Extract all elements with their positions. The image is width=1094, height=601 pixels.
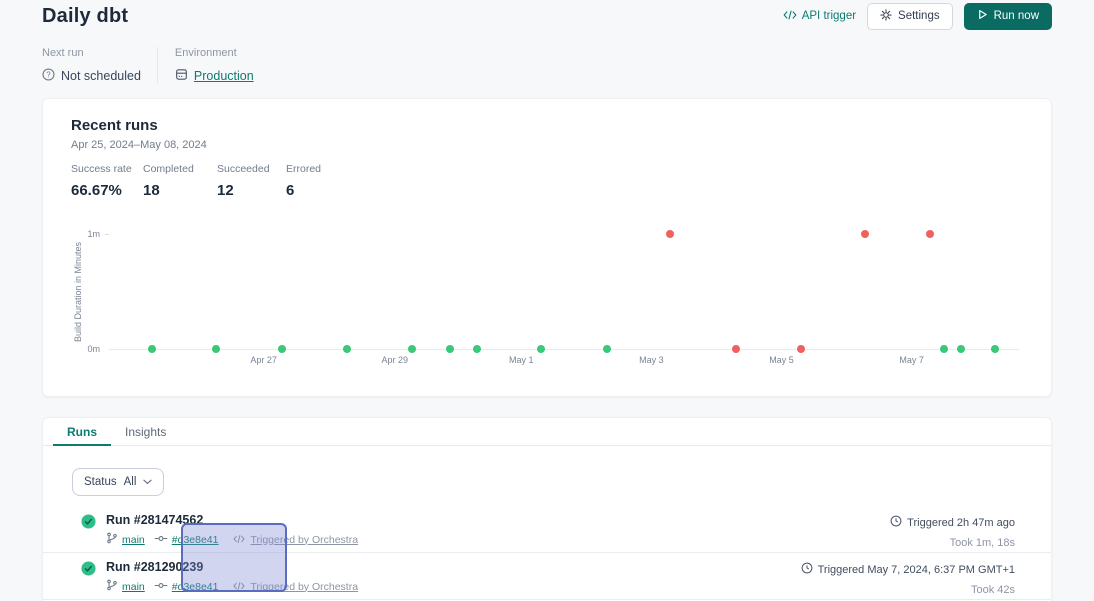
branch-name: main [122, 581, 145, 593]
git-branch-icon [106, 579, 118, 594]
run-dot-success[interactable] [473, 345, 481, 353]
run-dot-success[interactable] [148, 345, 156, 353]
chevron-down-icon [143, 476, 152, 488]
run-row-right: Triggered May 7, 2024, 6:37 PM GMT+1 Too… [801, 560, 1015, 599]
api-trigger-link[interactable]: API trigger [783, 10, 856, 23]
run-dot-success[interactable] [446, 345, 454, 353]
git-commit-icon [154, 581, 168, 593]
play-icon [977, 9, 988, 23]
run-dot-success[interactable] [991, 345, 999, 353]
run-dot-success[interactable] [537, 345, 545, 353]
run-dot-success[interactable] [408, 345, 416, 353]
next-run-block: Next run ? Not scheduled [42, 47, 141, 84]
duration-chart: Build Duration in Minutes 1m 0m Apr 27Ap… [43, 99, 1051, 396]
run-dot-error[interactable] [732, 345, 740, 353]
recent-runs-card: Recent runs Apr 25, 2024–May 08, 2024 Su… [42, 98, 1052, 397]
branch-name: main [122, 534, 145, 546]
clock-icon [801, 562, 813, 577]
branch-link[interactable]: main [106, 579, 145, 594]
y-axis-label: Build Duration in Minutes [73, 242, 83, 342]
clock-icon [890, 515, 902, 530]
tab-bar: Runs Insights [43, 418, 1051, 446]
top-bar: Daily dbt API trigger Settings Run now [42, 2, 1052, 30]
y-axis-tick: 0m [87, 344, 100, 354]
vertical-divider [157, 47, 158, 84]
run-dot-success[interactable] [957, 345, 965, 353]
git-commit-icon [154, 534, 168, 546]
page: Daily dbt API trigger Settings Run now [0, 0, 1094, 601]
status-filter-label: Status [84, 476, 117, 488]
environment-value-row: Production [175, 68, 257, 84]
success-check-icon [81, 514, 96, 552]
tab-runs[interactable]: Runs [53, 418, 111, 446]
triggered-text: Triggered May 7, 2024, 6:37 PM GMT+1 [818, 564, 1015, 576]
chart-plot: 1m 0m Apr 27Apr 29May 1May 3May 5May 7 [109, 234, 1019, 350]
next-run-label: Next run [42, 47, 141, 59]
x-axis-tick: May 7 [899, 355, 924, 365]
success-check-icon [81, 561, 96, 599]
run-duration: Took 42s [801, 584, 1015, 596]
x-axis-tick: May 5 [769, 355, 794, 365]
run-dot-error[interactable] [797, 345, 805, 353]
x-axis-tick: May 3 [639, 355, 664, 365]
tab-insights[interactable]: Insights [111, 418, 180, 446]
status-filter-value: All [124, 476, 137, 488]
next-run-value: Not scheduled [61, 69, 141, 83]
run-duration: Took 1m, 18s [890, 537, 1015, 549]
environment-icon [175, 68, 188, 84]
run-dot-success[interactable] [212, 345, 220, 353]
x-axis-tick: May 1 [509, 355, 534, 365]
run-triggered-time: Triggered 2h 47m ago [890, 515, 1015, 530]
run-now-button[interactable]: Run now [964, 3, 1052, 30]
run-dot-error[interactable] [861, 230, 869, 238]
run-dot-success[interactable] [603, 345, 611, 353]
run-row-right: Triggered 2h 47m ago Took 1m, 18s [890, 513, 1015, 552]
run-dot-success[interactable] [278, 345, 286, 353]
highlight-overlay [181, 523, 287, 592]
svg-text:?: ? [46, 70, 51, 79]
code-icon [783, 10, 797, 23]
run-now-label: Run now [994, 10, 1039, 22]
x-axis-tick: Apr 29 [381, 355, 408, 365]
run-dot-error[interactable] [926, 230, 934, 238]
page-title: Daily dbt [42, 5, 128, 28]
environment-block: Environment Production [175, 47, 257, 84]
job-meta: Next run ? Not scheduled Environment Pro… [42, 47, 257, 84]
api-trigger-label: API trigger [802, 10, 856, 22]
settings-label: Settings [898, 10, 940, 22]
run-triggered-time: Triggered May 7, 2024, 6:37 PM GMT+1 [801, 562, 1015, 577]
y-axis-tick: 1m [87, 229, 100, 239]
run-dot-error[interactable] [666, 230, 674, 238]
next-run-value-row: ? Not scheduled [42, 68, 141, 84]
settings-button[interactable]: Settings [867, 3, 953, 30]
gear-icon [880, 9, 892, 24]
status-filter-dropdown[interactable]: Status All [72, 468, 164, 496]
question-circle-icon: ? [42, 68, 55, 84]
branch-link[interactable]: main [106, 532, 145, 547]
header-actions: API trigger Settings Run now [783, 3, 1052, 30]
run-dot-success[interactable] [343, 345, 351, 353]
environment-link[interactable]: Production [194, 69, 254, 83]
git-branch-icon [106, 532, 118, 547]
run-dot-success[interactable] [940, 345, 948, 353]
x-axis-tick: Apr 27 [250, 355, 277, 365]
environment-label: Environment [175, 47, 257, 59]
triggered-text: Triggered 2h 47m ago [907, 517, 1015, 529]
